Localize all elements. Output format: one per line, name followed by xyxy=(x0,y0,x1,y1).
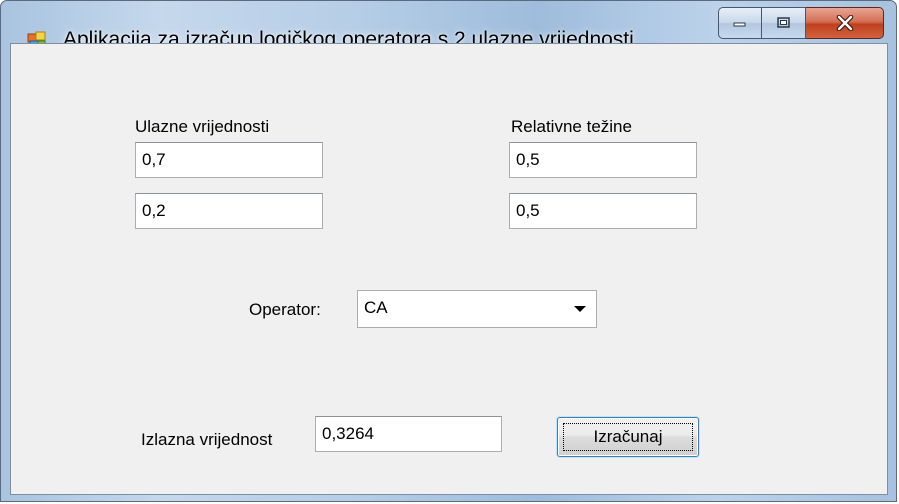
chevron-down-icon[interactable] xyxy=(574,306,586,312)
input-value-2-field[interactable] xyxy=(135,193,323,229)
close-icon xyxy=(836,15,853,31)
output-value-label: Izlazna vrijednost xyxy=(141,430,273,449)
operator-select[interactable]: CA xyxy=(357,290,597,328)
input-value-1-field[interactable] xyxy=(135,142,323,178)
minimize-icon xyxy=(733,22,746,27)
maximize-button[interactable] xyxy=(762,7,806,39)
input-values-label: Ulazne vrijednosti xyxy=(135,117,270,136)
calculate-button[interactable]: Izračunaj xyxy=(557,417,699,457)
relative-weights-label: Relativne težine xyxy=(511,117,632,136)
close-button[interactable] xyxy=(806,7,884,39)
calculate-button-label: Izračunaj xyxy=(563,423,693,451)
form-client-area: Ulazne vrijednosti Relativne težine Oper… xyxy=(10,43,888,495)
maximize-icon xyxy=(776,17,790,28)
output-value-field[interactable] xyxy=(315,416,502,452)
weight-1-field[interactable] xyxy=(509,142,697,178)
minimize-button[interactable] xyxy=(718,7,762,39)
caption-buttons xyxy=(718,7,884,41)
operator-selected-value: CA xyxy=(364,298,388,317)
app-window: Aplikacija za izračun logičkog operatora… xyxy=(0,0,897,502)
operator-label: Operator: xyxy=(249,300,321,319)
weight-2-field[interactable] xyxy=(509,193,697,229)
title-bar[interactable]: Aplikacija za izračun logičkog operatora… xyxy=(1,1,896,51)
